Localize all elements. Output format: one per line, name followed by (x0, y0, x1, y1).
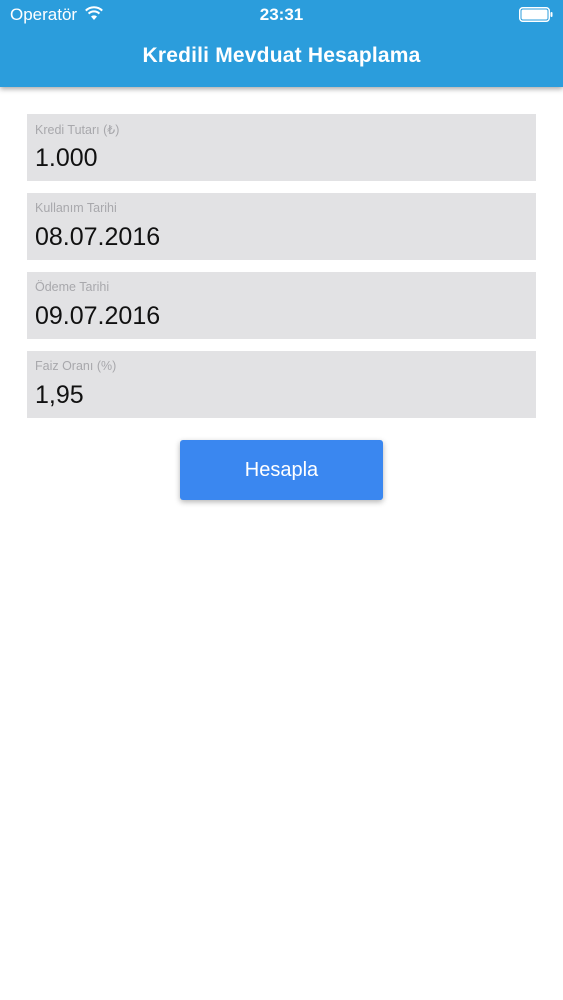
usage-date-label: Kullanım Tarihi (35, 201, 117, 215)
header: Operatör 23:31 Kredili Mevduat Hesaplama (0, 0, 563, 87)
loan-amount-value[interactable]: 1.000 (35, 144, 98, 173)
calculation-form: Kredi Tutarı (₺) 1.000 Kullanım Tarihi 0… (27, 114, 536, 430)
battery-icon (519, 7, 553, 22)
interest-rate-label: Faiz Oranı (%) (35, 359, 117, 373)
loan-amount-field[interactable]: Kredi Tutarı (₺) 1.000 (27, 114, 536, 181)
status-time: 23:31 (259, 5, 304, 24)
loan-amount-label: Kredi Tutarı (₺) (35, 123, 120, 137)
status-bar: Operatör 23:31 (0, 0, 563, 30)
interest-rate-value[interactable]: 1,95 (35, 381, 84, 410)
payment-date-label: Ödeme Tarihi (35, 280, 110, 294)
usage-date-field[interactable]: Kullanım Tarihi 08.07.2016 (27, 193, 536, 260)
app-screen: Operatör 23:31 Kredili Mevduat Hesaplama… (0, 0, 563, 1000)
payment-date-field[interactable]: Ödeme Tarihi 09.07.2016 (27, 272, 536, 339)
usage-date-value[interactable]: 08.07.2016 (35, 223, 160, 252)
interest-rate-field[interactable]: Faiz Oranı (%) 1,95 (27, 351, 536, 418)
payment-date-value[interactable]: 09.07.2016 (35, 302, 160, 331)
page-title: Kredili Mevduat Hesaplama (142, 44, 421, 67)
calculate-button[interactable]: Hesapla (180, 440, 383, 500)
